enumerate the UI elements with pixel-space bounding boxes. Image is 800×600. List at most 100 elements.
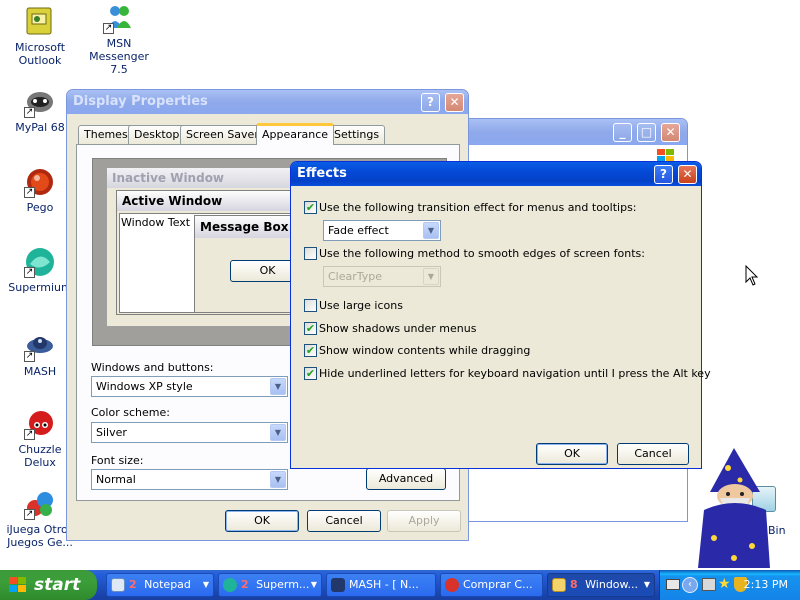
- chevron-down-icon[interactable]: ▼: [423, 268, 439, 285]
- close-button[interactable]: ✕: [661, 123, 680, 142]
- large-icons-checkbox[interactable]: [304, 299, 317, 312]
- desktop-icon-label: MSN Messenger 7.5: [89, 37, 149, 76]
- cancel-button[interactable]: Cancel: [617, 443, 689, 465]
- desktop-icon-label: Microsoft Outlook: [14, 41, 66, 67]
- chevron-down-icon: ▼: [202, 580, 209, 589]
- network-icon[interactable]: [702, 578, 716, 591]
- smooth-fonts-checkbox[interactable]: [304, 247, 317, 260]
- chevron-down-icon: ▼: [643, 580, 650, 589]
- smooth-fonts-label[interactable]: Use the following method to smooth edges…: [319, 247, 645, 260]
- task-label: MASH - [ N...: [349, 578, 419, 591]
- ok-button[interactable]: OK: [536, 443, 608, 465]
- transition-effect-checkbox[interactable]: ✔: [304, 201, 317, 214]
- smoothing-method-value: ClearType: [328, 270, 383, 283]
- transition-effect-select[interactable]: Fade effect ▼: [323, 220, 441, 241]
- drag-contents-checkbox[interactable]: ✔: [304, 344, 317, 357]
- star-icon[interactable]: ★: [718, 576, 731, 592]
- ok-button[interactable]: OK: [225, 510, 299, 532]
- chevron-down-icon[interactable]: ▼: [423, 222, 439, 239]
- chevron-down-icon[interactable]: ▼: [270, 424, 286, 441]
- shortcut-arrow-icon: ↗: [24, 351, 35, 362]
- chevron-down-icon[interactable]: ▼: [270, 471, 286, 488]
- desktop-icon-msn-messenger[interactable]: ↗ MSN Messenger 7.5: [80, 2, 158, 76]
- help-button[interactable]: ?: [421, 93, 440, 112]
- apply-button[interactable]: Apply: [387, 510, 461, 532]
- hide-underlines-label[interactable]: Hide underlined letters for keyboard nav…: [319, 367, 711, 380]
- windows-flag-icon: [9, 577, 26, 592]
- pego-icon: ↗: [24, 166, 56, 198]
- clock[interactable]: 2:13 PM: [744, 570, 788, 600]
- menu-shadows-checkbox[interactable]: ✔: [304, 322, 317, 335]
- task-count: 2: [129, 578, 137, 591]
- system-tray: ‹ ★ 2:13 PM: [659, 570, 800, 600]
- mouse-cursor-icon: [745, 265, 759, 286]
- task-count: 2: [241, 578, 249, 591]
- effects-titlebar[interactable]: Effects ? ✕: [291, 162, 701, 186]
- notepad-icon: [111, 578, 125, 592]
- maximize-button[interactable]: □: [637, 123, 656, 142]
- desktop-icon-outlook[interactable]: Microsoft Outlook: [1, 6, 79, 67]
- font-size-value: Normal: [96, 473, 136, 486]
- keyboard-icon[interactable]: [666, 579, 680, 590]
- mypal-icon: ↗: [24, 86, 56, 118]
- task-label: Comprar C...: [463, 578, 533, 591]
- desktop: Microsoft Outlook ↗ MSN Messenger 7.5 ↗ …: [0, 0, 800, 570]
- taskbar-button-browser[interactable]: Comprar C...: [440, 573, 543, 597]
- taskbar: start 2 Notepad ▼ 2 Superm... ▼ MASH - […: [0, 570, 800, 600]
- task-label: Notepad: [144, 578, 191, 591]
- outlook-icon: [24, 6, 56, 38]
- chevron-down-icon: ▼: [310, 580, 317, 589]
- browser-icon: [445, 578, 459, 592]
- drag-contents-label[interactable]: Show window contents while dragging: [319, 344, 530, 357]
- windows-and-buttons-label: Windows and buttons:: [91, 361, 214, 374]
- background-window-titlebar[interactable]: _ □ ✕: [451, 119, 687, 145]
- supermium-icon: ↗: [24, 246, 56, 278]
- hide-underlines-checkbox[interactable]: ✔: [304, 367, 317, 380]
- windows-and-buttons-value: Windows XP style: [96, 380, 193, 393]
- wizard-assistant-image[interactable]: [690, 446, 776, 570]
- tab-screen-saver[interactable]: Screen Saver: [180, 125, 265, 144]
- shortcut-arrow-icon: ↗: [24, 107, 35, 118]
- taskbar-button-mash[interactable]: MASH - [ N...: [326, 573, 436, 597]
- tray-expand-icon[interactable]: ‹: [682, 577, 698, 593]
- windows-and-buttons-select[interactable]: Windows XP style ▼: [91, 376, 288, 397]
- color-scheme-label: Color scheme:: [91, 406, 170, 419]
- smoothing-method-select[interactable]: ClearType ▼: [323, 266, 441, 287]
- cancel-button[interactable]: Cancel: [307, 510, 381, 532]
- close-button[interactable]: ✕: [678, 165, 697, 184]
- help-button[interactable]: ?: [654, 165, 673, 184]
- chuzzle-icon: ↗: [24, 408, 56, 440]
- task-label: Superm...: [256, 578, 310, 591]
- mash-icon: [331, 578, 345, 592]
- shortcut-arrow-icon: ↗: [24, 509, 35, 520]
- dialog-title: Display Properties: [73, 94, 208, 109]
- tab-themes[interactable]: Themes: [78, 125, 134, 144]
- tab-settings[interactable]: Settings: [328, 125, 386, 144]
- supermium-icon: [223, 578, 237, 592]
- display-properties-titlebar[interactable]: Display Properties ? ✕: [67, 90, 468, 114]
- chevron-down-icon[interactable]: ▼: [270, 378, 286, 395]
- shortcut-arrow-icon: ↗: [103, 23, 114, 34]
- font-size-select[interactable]: Normal ▼: [91, 469, 288, 490]
- dialog-title: Effects: [297, 166, 347, 181]
- start-button[interactable]: start: [0, 570, 97, 600]
- taskbar-button-notepad[interactable]: 2 Notepad ▼: [106, 573, 214, 597]
- effects-dialog[interactable]: Effects ? ✕ ✔ Use the following transiti…: [290, 161, 711, 469]
- tab-appearance[interactable]: Appearance: [256, 123, 335, 145]
- msn-messenger-icon: ↗: [103, 2, 135, 34]
- color-scheme-select[interactable]: Silver ▼: [91, 422, 288, 443]
- shortcut-arrow-icon: ↗: [24, 429, 35, 440]
- taskbar-button-supermium[interactable]: 2 Superm... ▼: [218, 573, 322, 597]
- mash-icon: ↗: [24, 330, 56, 362]
- minimize-button[interactable]: _: [613, 123, 632, 142]
- taskbar-button-windows-explorer[interactable]: 8 Window... ▼: [547, 573, 655, 597]
- start-label: start: [34, 575, 81, 595]
- transition-effect-label[interactable]: Use the following transition effect for …: [319, 201, 637, 214]
- large-icons-label[interactable]: Use large icons: [319, 299, 403, 312]
- task-label: Window...: [585, 578, 639, 591]
- close-button[interactable]: ✕: [445, 93, 464, 112]
- transition-effect-value: Fade effect: [328, 224, 389, 237]
- menu-shadows-label[interactable]: Show shadows under menus: [319, 322, 476, 335]
- advanced-button[interactable]: Advanced: [366, 468, 446, 490]
- tab-desktop[interactable]: Desktop: [128, 125, 186, 144]
